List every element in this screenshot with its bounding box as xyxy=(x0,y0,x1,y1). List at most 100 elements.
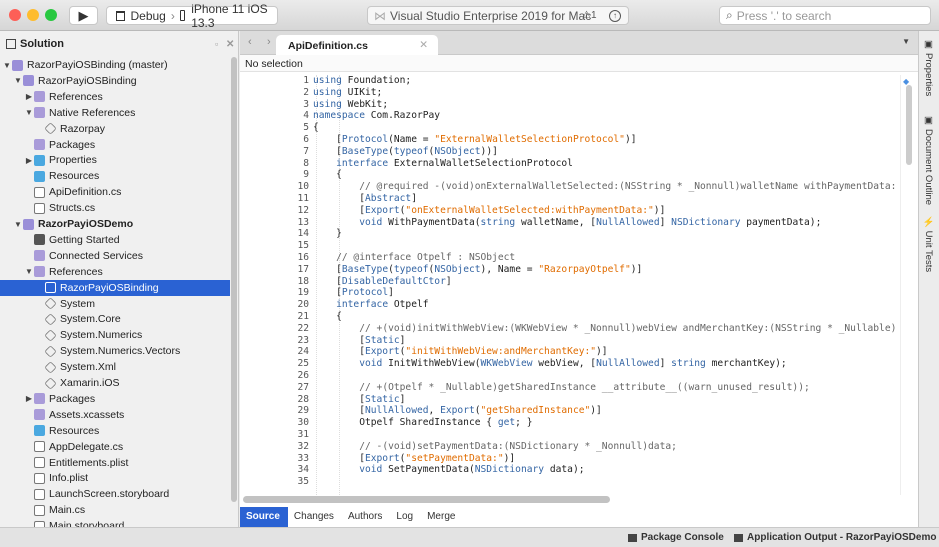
tree-item[interactable]: Razorpay xyxy=(0,121,230,137)
back-icon[interactable]: ‹ xyxy=(248,36,252,48)
tree-item-label: References xyxy=(49,265,103,278)
tree-item[interactable]: Main.cs xyxy=(0,502,230,518)
folder-icon xyxy=(34,170,45,182)
code-line: 5{ xyxy=(240,122,900,134)
tree-item-label: RazorPayiOSBinding xyxy=(60,281,159,294)
folder-icon xyxy=(34,107,45,119)
tree-item[interactable]: ▼ RazorPayiOSBinding xyxy=(0,73,230,89)
tree-item[interactable]: Info.plist xyxy=(0,470,230,486)
tree-item[interactable]: ▼ Native References xyxy=(0,105,230,121)
line-number: 25 xyxy=(297,358,309,370)
code-line: 28 [Static] xyxy=(240,394,900,406)
maximize-pad-icon[interactable]: ▫ xyxy=(215,39,218,49)
pad-tab-unit-tests[interactable]: ⚡ Unit Tests xyxy=(923,216,934,272)
close-tab-icon[interactable]: ✕ xyxy=(419,39,428,51)
tree-item[interactable]: ▼ RazorPayiOSBinding (master) xyxy=(0,57,230,73)
tree-item[interactable]: ▶ References xyxy=(0,89,230,105)
tree-item[interactable]: LaunchScreen.storyboard xyxy=(0,486,230,502)
pad-tab-document-outline[interactable]: ▣ Document Outline xyxy=(923,115,934,205)
tree-item[interactable]: Entitlements.plist xyxy=(0,455,230,471)
tree-item[interactable]: Packages xyxy=(0,137,230,153)
minimize-window-button[interactable] xyxy=(27,9,39,21)
reference-icon xyxy=(45,282,56,294)
disclosure-triangle-icon[interactable]: ▶ xyxy=(24,156,34,165)
line-number: 10 xyxy=(297,181,309,193)
tree-item[interactable]: System.Xml xyxy=(0,359,230,375)
disclosure-triangle-icon[interactable]: ▼ xyxy=(24,267,34,276)
pad-tab-label: Document Outline xyxy=(923,129,934,206)
tree-item[interactable]: Getting Started xyxy=(0,232,230,248)
code-text: [BaseType(typeof(NSObject))] xyxy=(313,145,498,157)
code-line: 14 } xyxy=(240,228,900,240)
tree-item[interactable]: Connected Services xyxy=(0,248,230,264)
tab-source[interactable]: Source xyxy=(240,507,288,527)
warning-icon[interactable]: ⚠1 xyxy=(582,10,597,21)
tree-item[interactable]: System.Numerics xyxy=(0,327,230,343)
upload-icon[interactable]: ↑ xyxy=(609,9,621,22)
disclosure-triangle-icon[interactable]: ▼ xyxy=(13,220,23,229)
tree-item[interactable]: ▼ References xyxy=(0,264,230,280)
run-configuration-selector[interactable]: Debug › iPhone 11 iOS 13.3 xyxy=(106,2,278,30)
tree-item[interactable]: System.Numerics.Vectors xyxy=(0,343,230,359)
tree-item[interactable]: Resources xyxy=(0,423,230,439)
close-pad-icon[interactable]: ✕ xyxy=(226,39,234,50)
overview-ruler[interactable]: ◆ xyxy=(900,75,918,495)
code-text: [Export("setPaymentData:")] xyxy=(313,452,516,464)
disclosure-triangle-icon[interactable]: ▼ xyxy=(2,61,12,70)
tree-item-label: System.Numerics.Vectors xyxy=(60,345,181,358)
disclosure-triangle-icon[interactable]: ▶ xyxy=(24,394,34,403)
tab-log[interactable]: Log xyxy=(390,507,421,527)
tree-item[interactable]: ApiDefinition.cs xyxy=(0,184,230,200)
disclosure-triangle-icon[interactable]: ▼ xyxy=(13,76,23,85)
code-text: [NullAllowed, Export("getSharedInstance"… xyxy=(313,405,602,417)
tree-item-label: ApiDefinition.cs xyxy=(49,186,122,199)
code-area[interactable]: 1 using Foundation; 2 using UIKit; 3 using We… xyxy=(240,75,900,495)
phone-icon xyxy=(179,10,186,21)
line-number: 6 xyxy=(303,134,309,145)
code-line: 33 [Export("setPaymentData:")] xyxy=(240,453,900,465)
horizontal-scrollbar[interactable] xyxy=(243,496,610,503)
line-number: 16 xyxy=(297,252,309,263)
sidebar-scrollbar[interactable] xyxy=(231,57,237,502)
tab-changes[interactable]: Changes xyxy=(288,507,342,527)
tree-item[interactable]: ▶ Properties xyxy=(0,152,230,168)
tree-item[interactable]: Xamarin.iOS xyxy=(0,375,230,391)
path-bar[interactable]: No selection xyxy=(240,55,918,72)
code-text: interface ExternalWalletSelectionProtoco… xyxy=(336,157,573,169)
tab-apidefinition[interactable]: ApiDefinition.cs ✕ xyxy=(276,35,438,55)
tree-item[interactable]: System.Core xyxy=(0,311,230,327)
forward-icon[interactable]: › xyxy=(267,36,271,48)
tab-merge[interactable]: Merge xyxy=(421,507,463,527)
tree-item[interactable]: AppDelegate.cs xyxy=(0,439,230,455)
tree-item[interactable]: RazorPayiOSBinding xyxy=(0,279,230,296)
code-line: 8 interface ExternalWalletSelectionProto… xyxy=(240,158,900,170)
tree-item[interactable]: Main.storyboard xyxy=(0,518,230,527)
tab-overflow-icon[interactable]: ▼ xyxy=(902,37,910,46)
search-input[interactable]: ⌕ Press '.' to search xyxy=(719,6,931,25)
disclosure-triangle-icon[interactable]: ▼ xyxy=(24,108,34,117)
tree-item[interactable]: ▼ RazorPayiOSDemo xyxy=(0,216,230,232)
code-line: 17 [BaseType(typeof(NSObject), Name = "R… xyxy=(240,264,900,276)
application-output-button[interactable]: Application Output - RazorPayiOSDemo xyxy=(734,532,936,543)
tree-item[interactable]: System xyxy=(0,296,230,312)
zoom-window-button[interactable] xyxy=(45,9,57,21)
package-console-button[interactable]: Package Console xyxy=(628,532,724,543)
run-button[interactable]: ▶ xyxy=(69,6,98,25)
close-window-button[interactable] xyxy=(9,9,21,21)
tree-item[interactable]: ▶ Packages xyxy=(0,391,230,407)
tree-item[interactable]: Resources xyxy=(0,168,230,184)
disclosure-triangle-icon[interactable]: ▶ xyxy=(24,92,34,101)
line-number: 1 xyxy=(303,75,309,86)
code-text: using WebKit; xyxy=(313,98,389,110)
tab-authors[interactable]: Authors xyxy=(342,507,390,527)
code-text: interface Otpelf xyxy=(336,299,429,311)
tree-item[interactable]: Assets.xcassets xyxy=(0,407,230,423)
test-icon: ⚡ xyxy=(923,216,934,228)
pad-tab-properties[interactable]: ▣ Properties xyxy=(923,39,934,96)
tree-item[interactable]: Structs.cs xyxy=(0,200,230,216)
line-number: 35 xyxy=(297,476,309,488)
code-text: { xyxy=(313,122,319,134)
line-number: 12 xyxy=(297,204,309,216)
status-area: ⋈ Visual Studio Enterprise 2019 for Mac … xyxy=(367,6,629,25)
tree-item-label: Main.cs xyxy=(49,504,86,517)
